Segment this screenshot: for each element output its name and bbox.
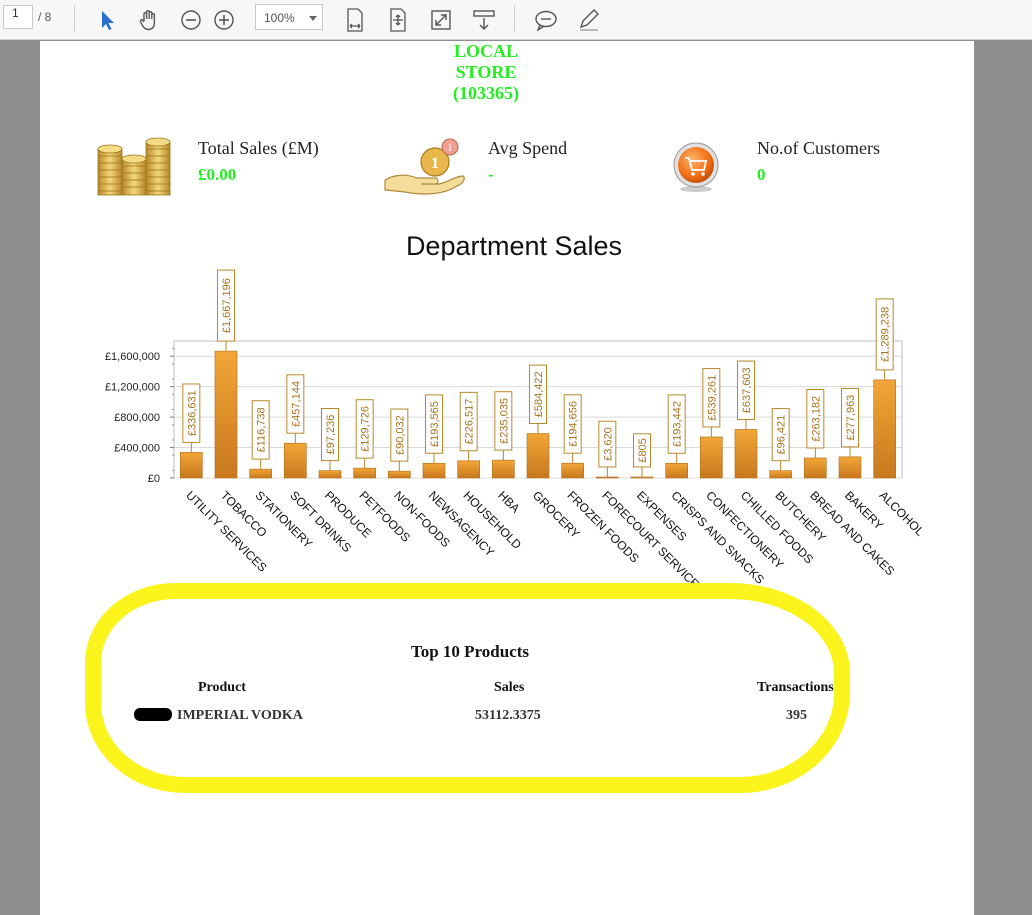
- column-header-transactions: Transactions: [757, 680, 834, 695]
- hand-tool-button[interactable]: [134, 0, 164, 40]
- bar: [873, 379, 896, 479]
- bar: [388, 470, 411, 479]
- data-label: £226,517: [464, 399, 476, 445]
- hand-icon: [139, 10, 156, 31]
- data-label: £3,620: [602, 427, 614, 461]
- bar: [734, 429, 758, 479]
- data-label: £539,261: [706, 375, 718, 421]
- data-label: £277,963: [845, 395, 857, 441]
- data-label: £96,421: [776, 415, 788, 455]
- bar: [249, 468, 272, 479]
- data-label: £457,144: [290, 381, 302, 427]
- fullscreen-icon: [431, 10, 451, 30]
- department-sales-chart: £0 £400,000 £800,000 £1,200,000 £1,600,000 £3…: [105, 269, 928, 597]
- scroll-mode-icon: [473, 10, 495, 30]
- data-label: £1,667,196: [221, 278, 233, 333]
- bar: [284, 442, 307, 479]
- fit-width-button[interactable]: [340, 0, 370, 40]
- bar: [353, 467, 376, 479]
- fit-page-button[interactable]: [383, 0, 413, 40]
- bar: [457, 460, 480, 479]
- data-label: £805: [637, 438, 649, 462]
- fullscreen-button[interactable]: [426, 0, 456, 40]
- data-label: £336,631: [186, 390, 198, 436]
- comment-icon: [535, 10, 557, 31]
- y-tick-label: £400,000: [114, 443, 160, 455]
- page-number-input[interactable]: 1: [3, 5, 33, 29]
- bar: [838, 456, 862, 479]
- zoom-out-button[interactable]: [176, 0, 206, 40]
- comment-button[interactable]: [531, 0, 561, 40]
- data-label: £1,289,238: [880, 307, 892, 362]
- column-header-sales: Sales: [494, 680, 525, 695]
- data-label: £263,182: [810, 396, 822, 442]
- bar: [630, 476, 654, 479]
- data-label: £116,738: [256, 407, 268, 452]
- table-cell-transactions: 395: [786, 708, 807, 723]
- bar: [804, 457, 827, 479]
- select-arrow-icon: [102, 11, 114, 30]
- bar: [561, 462, 584, 479]
- redaction-mark: [134, 708, 172, 721]
- draw-button[interactable]: [574, 0, 604, 40]
- bar: [665, 462, 688, 479]
- data-label: £637,603: [741, 367, 753, 413]
- bar: [596, 476, 619, 479]
- data-label: £193,442: [672, 401, 684, 447]
- bar: [526, 433, 550, 479]
- bar: [180, 452, 203, 479]
- page-total: / 8: [38, 10, 52, 24]
- y-tick-label: £1,600,000: [105, 351, 160, 363]
- chevron-down-icon: [309, 16, 317, 21]
- viewer-toolbar: 1 / 8 100%: [0, 0, 1032, 40]
- zoom-out-icon: [181, 10, 201, 30]
- zoom-in-button[interactable]: [209, 0, 239, 40]
- data-label: £97,236: [325, 415, 337, 455]
- y-tick-label: £1,200,000: [105, 382, 160, 394]
- y-tick-label: £0: [148, 473, 160, 485]
- bar: [769, 470, 792, 479]
- fit-page-icon: [390, 8, 406, 32]
- fit-width-icon: [347, 8, 363, 32]
- pen-icon: [579, 9, 599, 31]
- data-label: £193,565: [429, 401, 441, 447]
- scroll-mode-button[interactable]: [469, 0, 499, 40]
- top10-title-text: Top 10 Products: [410, 642, 530, 661]
- select-tool-button[interactable]: [92, 0, 122, 40]
- table-cell-sales: 53112.3375: [475, 708, 541, 723]
- zoom-in-icon: [214, 10, 234, 30]
- data-label: £90,032: [394, 415, 406, 455]
- bar: [318, 470, 342, 479]
- bar: [422, 462, 446, 479]
- data-label: £194,656: [568, 401, 580, 447]
- bar: [214, 350, 238, 479]
- zoom-level-select[interactable]: 100%: [255, 4, 323, 30]
- column-header-product: Product: [198, 680, 246, 695]
- y-tick-label: £800,000: [114, 412, 160, 424]
- data-label: £584,422: [533, 371, 545, 417]
- data-label: £235,035: [498, 398, 510, 444]
- document-page: LOCAL STORE (103365) Total Sales (£M) £0…: [40, 41, 974, 915]
- toolbar-divider: [514, 5, 515, 31]
- x-tick-label: ALCOHOL: [877, 488, 928, 539]
- data-label: £129,726: [360, 406, 372, 452]
- table-cell-product: IMPERIAL VODKA: [177, 708, 303, 723]
- bar: [700, 436, 723, 479]
- bar: [492, 459, 515, 479]
- x-tick-label: HBA: [495, 488, 522, 515]
- zoom-level-value: 100%: [264, 11, 295, 25]
- toolbar-divider: [74, 5, 75, 31]
